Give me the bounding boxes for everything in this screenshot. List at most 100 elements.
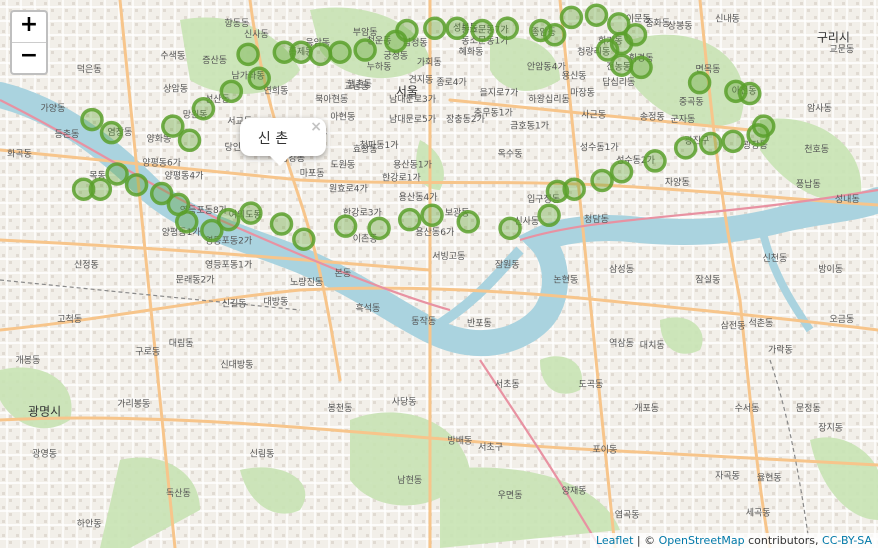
place-label: 증산동 — [202, 55, 227, 66]
place-label: 구로동 — [135, 346, 160, 357]
place-label: 도원동 — [330, 159, 355, 170]
station-marker[interactable] — [353, 38, 377, 62]
zoom-in-button[interactable]: + — [12, 12, 46, 42]
station-marker[interactable] — [609, 160, 634, 184]
attribution: Leaflet | © OpenStreetMap contributors, … — [589, 533, 878, 548]
place-label: 하안동 — [77, 518, 102, 529]
place-label: 천호동 — [804, 144, 829, 155]
place-label: 남대문로5가 — [389, 114, 436, 125]
place-label: 사근동 — [581, 109, 606, 120]
basemap[interactable]: 향동동신사동응암동부암동 성북동동소문동7가 종암동이문동중화동상봉동신내동구리시교… — [0, 0, 878, 548]
station-marker[interactable] — [559, 5, 584, 30]
place-label: 송정동 — [640, 112, 665, 123]
station-marker[interactable] — [308, 42, 333, 67]
popup-close-button[interactable]: × — [310, 119, 322, 135]
station-marker[interactable] — [629, 55, 653, 80]
place-label: 문정동 — [796, 403, 821, 414]
station-marker[interactable] — [292, 227, 316, 251]
place-label: 광명시 — [28, 404, 61, 418]
zoom-control: + − — [10, 10, 48, 75]
station-marker[interactable] — [149, 181, 174, 206]
station-marker[interactable] — [456, 210, 481, 234]
place-label: 가양동 — [41, 103, 66, 114]
place-label: 덕은동 — [77, 64, 102, 75]
station-marker[interactable] — [247, 66, 271, 91]
place-label: 대림동 — [169, 337, 194, 349]
place-label: 신내동 — [715, 14, 740, 25]
station-marker[interactable] — [269, 212, 294, 236]
station-marker[interactable] — [545, 179, 570, 204]
station-marker[interactable] — [423, 16, 447, 41]
station-marker[interactable] — [584, 3, 609, 27]
zoom-out-button[interactable]: − — [12, 42, 46, 73]
station-marker[interactable] — [721, 129, 745, 154]
station-marker[interactable] — [99, 120, 124, 145]
station-marker[interactable] — [542, 23, 567, 47]
station-marker[interactable] — [687, 70, 712, 95]
license-link[interactable]: CC-BY-SA — [822, 534, 872, 547]
map-container[interactable]: 향동동 신사동 응암동 부암동 성북동 동소문동7가 종암동 이문동 중화동 상봉동 신내동 구리시 교… — [0, 0, 878, 548]
popup-text: 신 촌 — [257, 131, 289, 147]
station-marker[interactable] — [239, 201, 263, 225]
place-label: 등촌동 — [54, 129, 79, 140]
place-label: 청담동 — [584, 213, 609, 225]
place-label: 신림동 — [250, 448, 275, 460]
place-label: 향동동 — [224, 17, 249, 29]
place-label: 장충동2가 — [446, 114, 485, 125]
station-marker[interactable] — [105, 162, 129, 186]
place-label: 영등포동1가 — [205, 259, 252, 270]
station-marker[interactable] — [395, 18, 419, 43]
station-marker[interactable] — [289, 40, 313, 64]
place-label: 봉천동 — [328, 403, 353, 414]
leaflet-link[interactable]: Leaflet — [596, 534, 633, 547]
place-label: 삼전동 — [721, 320, 746, 331]
station-marker[interactable] — [219, 79, 244, 104]
station-marker[interactable] — [445, 16, 469, 41]
place-label: 서빙고동 — [432, 251, 465, 262]
place-label: 신대방동 — [220, 360, 253, 371]
station-marker[interactable] — [177, 128, 202, 153]
station-marker[interactable] — [367, 216, 391, 241]
place-label: 북아현동 — [315, 94, 348, 105]
station-marker[interactable] — [161, 114, 185, 138]
station-marker[interactable] — [643, 149, 667, 173]
station-marker[interactable] — [236, 42, 260, 67]
place-label: 포이동 — [592, 444, 617, 455]
place-label: 양재동 — [562, 486, 587, 497]
place-label: 효창동 — [353, 144, 378, 155]
place-label: 개포동 — [634, 403, 659, 414]
place-label: 옥수동 — [498, 149, 523, 160]
station-marker[interactable] — [699, 131, 723, 156]
station-marker[interactable] — [738, 81, 762, 106]
station-marker[interactable] — [590, 168, 614, 193]
station-marker[interactable] — [328, 40, 352, 64]
place-label: 용산동1가 — [393, 159, 432, 170]
station-marker[interactable] — [88, 177, 113, 201]
place-label: 오금동 — [829, 314, 854, 325]
station-marker[interactable] — [333, 214, 358, 238]
station-marker[interactable] — [537, 203, 561, 228]
place-label: 가락동 — [768, 343, 793, 355]
station-marker[interactable] — [420, 203, 444, 228]
place-label: 원효로4가 — [329, 183, 368, 194]
station-marker[interactable] — [191, 96, 216, 121]
station-marker[interactable] — [470, 18, 494, 43]
station-marker[interactable] — [495, 16, 520, 41]
station-marker[interactable] — [746, 123, 770, 147]
station-marker[interactable] — [200, 218, 224, 243]
station-marker[interactable] — [124, 173, 149, 197]
station-marker[interactable] — [609, 53, 634, 77]
osm-link[interactable]: OpenStreetMap — [659, 534, 745, 547]
station-marker[interactable] — [80, 107, 104, 132]
place-label: 남현동 — [397, 475, 422, 486]
place-label: 교남동 — [344, 81, 369, 92]
station-marker[interactable] — [397, 207, 422, 232]
place-label: 대방동 — [264, 296, 289, 307]
place-label: 남대문로3가 — [389, 94, 436, 105]
attribution-contrib: contributors, — [744, 534, 823, 547]
station-marker[interactable] — [673, 136, 698, 160]
place-label: 하왕십리동 — [528, 94, 569, 105]
station-marker[interactable] — [498, 216, 522, 241]
place-label: 개봉동 — [15, 355, 40, 366]
attribution-sep: | © — [633, 534, 659, 547]
